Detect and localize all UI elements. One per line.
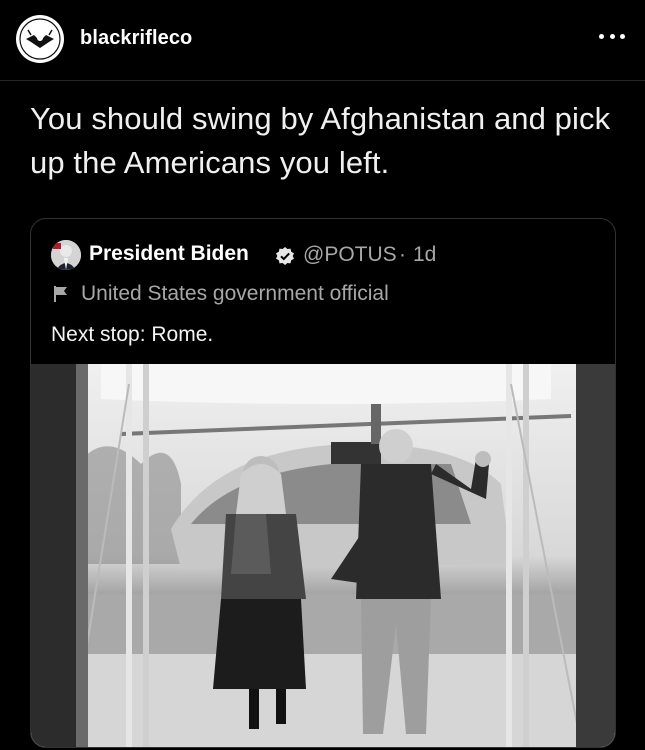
president-avatar-icon xyxy=(51,240,81,270)
quoted-avatar[interactable] xyxy=(51,240,81,270)
quoted-author-name[interactable]: President Biden xyxy=(89,242,249,266)
brand-logo-icon xyxy=(17,16,63,62)
post-header: blackrifleco xyxy=(0,0,645,81)
more-options-icon[interactable] xyxy=(599,30,625,42)
quoted-text: Next stop: Rome. xyxy=(51,323,214,346)
quoted-photo[interactable] xyxy=(31,364,615,747)
quoted-timestamp[interactable]: 1d xyxy=(413,243,436,267)
government-flag-icon xyxy=(54,286,67,302)
separator-dot: · xyxy=(399,243,406,266)
quoted-handle[interactable]: @POTUS xyxy=(303,243,397,267)
profile-avatar[interactable] xyxy=(16,15,64,63)
photo-illustration xyxy=(31,364,615,747)
quoted-tweet-card[interactable]: President Biden @POTUS · 1d United State… xyxy=(30,218,616,748)
government-label: United States government official xyxy=(81,282,389,305)
post-username[interactable]: blackrifleco xyxy=(80,27,192,50)
verified-badge-icon xyxy=(276,247,294,265)
post-caption: You should swing by Afghanistan and pick… xyxy=(30,101,611,180)
